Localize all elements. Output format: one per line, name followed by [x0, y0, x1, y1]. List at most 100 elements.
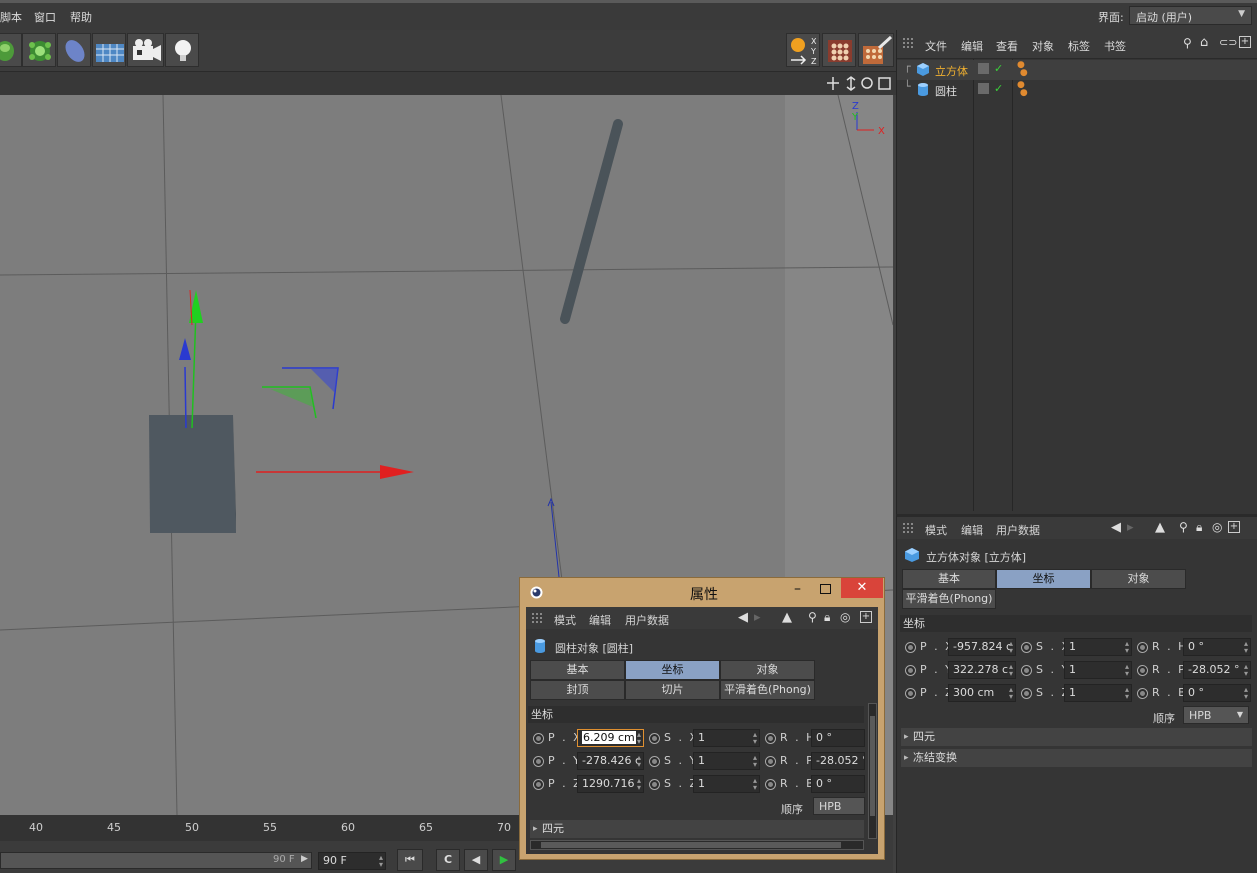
position-x-field[interactable]: 6.209 cm ▴ ▾ [577, 729, 644, 747]
minimize-icon[interactable]: – [794, 581, 801, 597]
render-view-button[interactable] [822, 33, 856, 67]
tab-coordinates[interactable]: 坐标 [996, 569, 1091, 589]
go-to-start-icon[interactable]: ⏮ [397, 849, 423, 871]
tab-basic[interactable]: 基本 [530, 660, 625, 680]
position-z-field[interactable]: 1290.716 ▴ ▾ [577, 775, 644, 793]
tag-icon[interactable]: ● ● [1017, 61, 1028, 78]
keyframe-radio[interactable] [649, 779, 660, 790]
keyframe-radio[interactable] [1137, 665, 1148, 676]
rotation-order-dropdown[interactable]: HPB ▼ [1183, 706, 1249, 724]
lock-icon[interactable]: 🔒︎ [824, 610, 830, 625]
keyframe-radio[interactable] [533, 756, 544, 767]
keyframe-radio[interactable] [1021, 642, 1032, 653]
maximize-icon[interactable] [820, 584, 831, 594]
back-arrow-icon[interactable]: ◀ [1111, 520, 1121, 535]
dlg-menu-mode[interactable]: 模式 [554, 612, 576, 628]
am-menu-userdata[interactable]: 用户数据 [996, 522, 1040, 538]
scale-y-field[interactable]: 1 ▴ ▾ [1064, 661, 1132, 679]
maximize-view-icon[interactable] [878, 77, 891, 90]
tab-basic[interactable]: 基本 [902, 569, 996, 589]
keyframe-radio[interactable] [533, 733, 544, 744]
new-panel-icon[interactable]: + [860, 611, 872, 623]
rotation-order-dropdown[interactable]: HPB [813, 797, 865, 815]
am-menu-mode[interactable]: 模式 [925, 522, 947, 538]
menu-window[interactable]: 窗口 [34, 9, 56, 25]
search-icon[interactable]: ⚲ [1183, 36, 1192, 50]
panel-grip-icon[interactable] [532, 613, 544, 625]
keyframe-radio[interactable] [533, 779, 544, 790]
scale-x-field[interactable]: 1 ▴ ▾ [693, 729, 760, 747]
dialog-titlebar[interactable]: 属性 – ✕ [520, 578, 884, 606]
rotation-b-field[interactable]: 0 ° [811, 775, 865, 793]
keyframe-radio[interactable] [649, 733, 660, 744]
enabled-check-icon[interactable]: ✓ [994, 62, 1003, 75]
up-arrow-icon[interactable]: ▲ [1155, 520, 1165, 535]
freeze-transform-fold[interactable]: 冻结变换 [901, 749, 1252, 767]
quaternion-fold[interactable]: 四元 [901, 728, 1252, 746]
tab-object[interactable]: 对象 [720, 660, 815, 680]
om-menu-edit[interactable]: 编辑 [961, 38, 983, 54]
rotate-view-icon[interactable] [861, 77, 873, 89]
preview-range-slider[interactable]: 90 F ▶ [0, 852, 312, 869]
scale-y-field[interactable]: 1 ▴ ▾ [693, 752, 760, 770]
keyframe-radio[interactable] [905, 665, 916, 676]
keyframe-radio[interactable] [905, 688, 916, 699]
frame-ruler[interactable]: 40 45 50 55 60 65 70 [0, 815, 520, 841]
rotation-p-field[interactable]: -28.052 ° ▴ ▾ [1183, 661, 1251, 679]
quaternion-fold[interactable]: 四元 [530, 820, 864, 838]
search-icon[interactable]: ⚲ [1179, 520, 1188, 534]
layer-swatch[interactable] [978, 83, 989, 94]
back-arrow-icon[interactable]: ◀ [738, 610, 748, 625]
move-view-icon[interactable] [827, 77, 839, 90]
dlg-menu-edit[interactable]: 编辑 [589, 612, 611, 628]
scale-z-field[interactable]: 1 ▴ ▾ [1064, 684, 1132, 702]
camera-button[interactable] [127, 33, 164, 67]
om-menu-bookmarks[interactable]: 书签 [1104, 38, 1126, 54]
vertical-scrollbar[interactable] [868, 703, 877, 839]
new-panel-icon[interactable]: + [1239, 36, 1251, 48]
tab-object[interactable]: 对象 [1091, 569, 1186, 589]
keyframe-radio[interactable] [765, 756, 776, 767]
up-arrow-icon[interactable]: ▲ [782, 610, 792, 625]
zoom-view-icon[interactable] [846, 76, 856, 91]
keyframe-radio[interactable] [765, 733, 776, 744]
keyframe-radio[interactable] [1021, 688, 1032, 699]
rotation-h-field[interactable]: 0 ° [811, 729, 865, 747]
scale-z-field[interactable]: 1 ▴ ▾ [693, 775, 760, 793]
forward-arrow-icon[interactable]: ▸ [754, 610, 761, 625]
panel-grip-icon[interactable] [903, 523, 915, 535]
menu-script[interactable]: 脚本 [0, 9, 22, 25]
new-panel-icon[interactable]: + [1228, 521, 1240, 533]
render-settings-button[interactable] [858, 33, 894, 67]
om-menu-tags[interactable]: 标签 [1068, 38, 1090, 54]
tag-icon[interactable]: ● ● [1017, 81, 1028, 98]
menu-help[interactable]: 帮助 [70, 9, 92, 25]
keyframe-radio[interactable] [765, 779, 776, 790]
am-menu-edit[interactable]: 编辑 [961, 522, 983, 538]
link-icon[interactable]: ⊂⊃ [1219, 36, 1237, 49]
enabled-check-icon[interactable]: ✓ [994, 82, 1003, 95]
floor-button[interactable] [92, 33, 126, 67]
cube-object[interactable] [149, 415, 236, 533]
position-y-field[interactable]: 322.278 c ▴ ▾ [948, 661, 1016, 679]
object-row-cylinder[interactable]: └ 圆柱 ✓ ● ● [897, 80, 1257, 100]
keyframe-radio[interactable] [1137, 688, 1148, 699]
tab-coordinates[interactable]: 坐标 [625, 660, 720, 680]
panel-grip-icon[interactable] [903, 38, 915, 50]
keyframe-radio[interactable] [905, 642, 916, 653]
loop-icon[interactable]: C [436, 849, 460, 871]
position-x-field[interactable]: -957.824 c ▴ ▾ [948, 638, 1016, 656]
layout-dropdown[interactable]: 启动 (用户) ▼ [1129, 6, 1252, 25]
horizontal-scrollbar[interactable] [530, 840, 864, 850]
object-name-cylinder[interactable]: 圆柱 [935, 83, 957, 99]
object-name-cube[interactable]: 立方体 [935, 63, 968, 79]
om-menu-object[interactable]: 对象 [1032, 38, 1054, 54]
keyframe-radio[interactable] [1137, 642, 1148, 653]
light-button[interactable] [165, 33, 199, 67]
om-menu-view[interactable]: 查看 [996, 38, 1018, 54]
keyframe-radio[interactable] [1021, 665, 1032, 676]
cylinder-object[interactable] [560, 119, 623, 324]
dlg-menu-userdata[interactable]: 用户数据 [625, 612, 669, 628]
close-button[interactable]: ✕ [841, 578, 883, 598]
rotation-h-field[interactable]: 0 ° ▴ ▾ [1183, 638, 1251, 656]
